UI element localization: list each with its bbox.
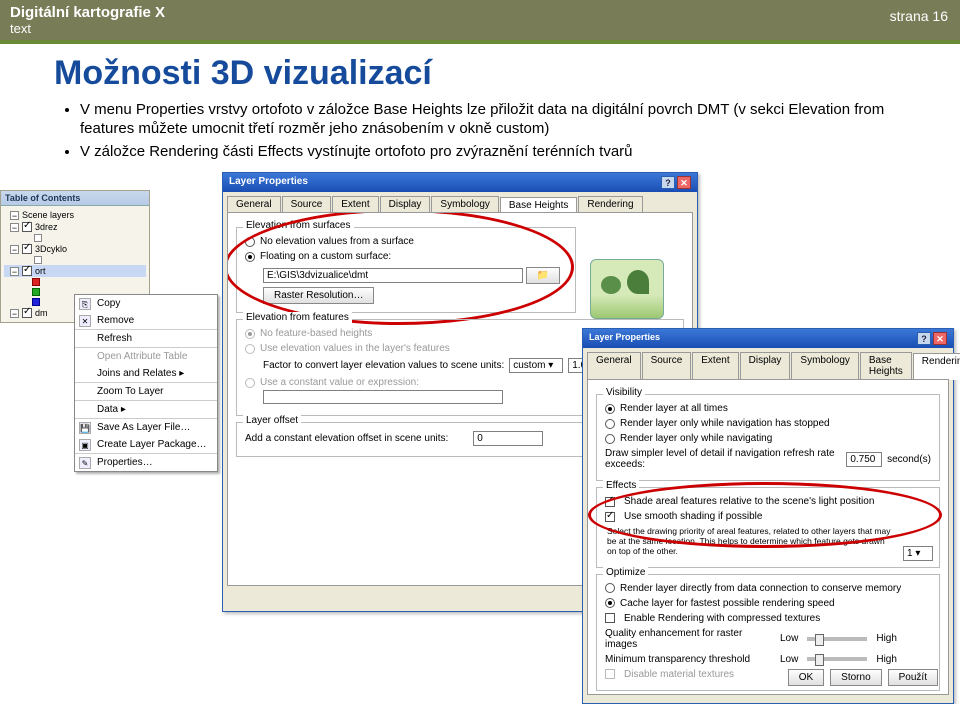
menu-item-save-as-layer-file[interactable]: 💾Save As Layer File…	[75, 418, 217, 436]
tab-rendering[interactable]: Rendering	[913, 353, 960, 380]
factor-unit-select[interactable]: custom ▾	[509, 358, 563, 373]
menu-item-copy[interactable]: ⎘Copy	[75, 295, 217, 312]
package-icon: ▣	[79, 439, 91, 451]
radio-render-while-nav[interactable]: Render layer only while navigating	[605, 431, 931, 446]
radio-cache-layer[interactable]: Cache layer for fastest possible renderi…	[605, 596, 931, 611]
tab-symbology[interactable]: Symbology	[431, 196, 498, 212]
group-effects: Effects	[603, 480, 639, 491]
page-number: strana 16	[890, 8, 948, 24]
group-layer-offset: Layer offset	[243, 415, 301, 426]
screenshot-area: Table of Contents −Scene layers −3drez −…	[0, 190, 960, 702]
browse-button[interactable]: 📁	[526, 267, 560, 284]
help-icon[interactable]: ?	[917, 332, 931, 345]
bullet-list: V menu Properties vrstvy ortofoto v zálo…	[80, 101, 940, 161]
help-icon[interactable]: ?	[661, 176, 675, 189]
header-title: Digitální kartografie X	[10, 4, 950, 21]
checkbox-shade-areal[interactable]: Shade areal features relative to the sce…	[605, 494, 931, 509]
menu-item-create-layer-package[interactable]: ▣Create Layer Package…	[75, 436, 217, 453]
page-title: Možnosti 3D vizualizací	[54, 54, 960, 93]
dialog-titlebar[interactable]: Layer Properties ?✕	[223, 173, 697, 192]
tab-source[interactable]: Source	[282, 196, 332, 212]
ok-button[interactable]: OK	[788, 669, 824, 686]
tab-extent[interactable]: Extent	[332, 196, 378, 212]
group-visibility: Visibility	[603, 387, 645, 398]
apply-button[interactable]: Použít	[888, 669, 938, 686]
layer-properties-rendering-dialog: Layer Properties ?✕ General Source Exten…	[582, 328, 954, 704]
menu-item-zoom-to-layer[interactable]: Zoom To Layer	[75, 382, 217, 400]
toc-item[interactable]: −3drez	[4, 221, 146, 233]
group-elevation-surfaces: Elevation from surfaces	[243, 220, 354, 231]
group-optimize: Optimize	[603, 567, 648, 578]
menu-item-remove[interactable]: ✕Remove	[75, 312, 217, 329]
save-icon: 💾	[79, 422, 91, 434]
slide-header: Digitální kartografie X text strana 16	[0, 0, 960, 44]
toc-item[interactable]: −3Dcyklo	[4, 243, 146, 255]
context-menu: ⎘Copy ✕Remove Refresh Open Attribute Tab…	[74, 294, 218, 472]
transparency-slider[interactable]	[807, 657, 867, 661]
group-elevation-features: Elevation from features	[243, 312, 352, 323]
elevation-illustration	[590, 259, 664, 319]
toc-item[interactable]: −ort	[4, 265, 146, 277]
priority-input[interactable]: 1 ▾	[903, 546, 933, 561]
radio-render-direct[interactable]: Render layer directly from data connecti…	[605, 581, 931, 596]
menu-item-joins-relates[interactable]: Joins and Relates ▸	[75, 365, 217, 382]
radio-render-all-times[interactable]: Render layer at all times	[605, 401, 931, 416]
menu-item-data[interactable]: Data ▸	[75, 400, 217, 418]
tab-display[interactable]: Display	[380, 196, 431, 212]
properties-icon: ✎	[79, 457, 91, 469]
cancel-button[interactable]: Storno	[830, 669, 881, 686]
offset-input[interactable]: 0	[473, 431, 543, 446]
copy-icon: ⎘	[79, 298, 91, 310]
menu-item-refresh[interactable]: Refresh	[75, 329, 217, 347]
close-icon[interactable]: ✕	[933, 332, 947, 345]
dialog-titlebar[interactable]: Layer Properties ?✕	[583, 329, 953, 348]
custom-surface-path[interactable]: E:\GIS\3dvizualice\dmt	[263, 268, 523, 283]
radio-render-nav-stopped[interactable]: Render layer only while navigation has s…	[605, 416, 931, 431]
bullet-item: V záložce Rendering části Effects vystín…	[80, 143, 940, 162]
refresh-rate-input[interactable]: 0.750	[846, 452, 882, 467]
radio-no-elevation[interactable]: No elevation values from a surface	[245, 234, 567, 249]
menu-item-properties[interactable]: ✎Properties…	[75, 453, 217, 471]
remove-icon: ✕	[79, 315, 91, 327]
header-subtitle: text	[10, 21, 950, 36]
quality-slider[interactable]	[807, 637, 867, 641]
tab-base-heights[interactable]: Base Heights	[500, 197, 577, 213]
toc-title: Table of Contents	[1, 191, 149, 206]
bullet-item: V menu Properties vrstvy ortofoto v zálo…	[80, 101, 940, 139]
raster-resolution-button[interactable]: Raster Resolution…	[263, 287, 374, 304]
checkbox-smooth-shading[interactable]: Use smooth shading if possible	[605, 509, 931, 524]
radio-floating-custom[interactable]: Floating on a custom surface:	[245, 249, 567, 264]
tab-rendering[interactable]: Rendering	[578, 196, 642, 212]
menu-item-open-attribute-table: Open Attribute Table	[75, 347, 217, 365]
close-icon[interactable]: ✕	[677, 176, 691, 189]
checkbox-compressed-textures[interactable]: Enable Rendering with compressed texture…	[605, 611, 931, 626]
tab-general[interactable]: General	[227, 196, 281, 212]
